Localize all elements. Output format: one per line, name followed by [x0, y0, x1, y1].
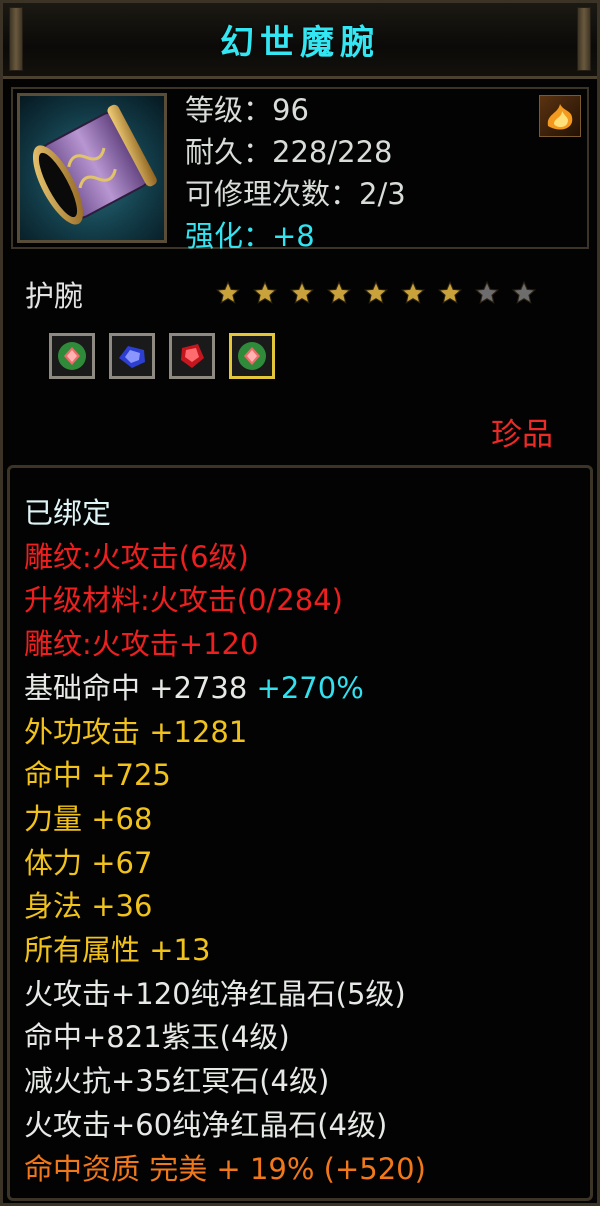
attribute-panel: 已绑定 雕纹:火攻击(6级) 升级材料:火攻击(0/284) 雕纹:火攻击+12… [7, 465, 593, 1201]
star-filled-icon [209, 278, 246, 308]
star-rating [209, 278, 542, 308]
repair-count-text: 可修理次数：2/3 [185, 177, 406, 211]
upgrade-material-line: 升级材料:火攻击(0/284) [24, 583, 343, 618]
star-filled-icon [320, 278, 357, 308]
strength-line: 力量 +68 [24, 801, 153, 836]
star-filled-icon [357, 278, 394, 308]
engrave-bonus-line: 雕纹:火攻击+120 [24, 627, 259, 662]
green-red-gem-icon[interactable] [49, 333, 95, 379]
star-empty-icon [505, 278, 542, 308]
item-title: 幻世魔腕 [220, 23, 380, 63]
star-filled-icon [246, 278, 283, 308]
green-red-gem-icon[interactable] [229, 333, 275, 379]
agility-line: 身法 +36 [24, 889, 153, 924]
gem-bonus-line: 减火抗+35红冥石(4级) [24, 1064, 330, 1099]
all-attributes-line: 所有属性 +13 [24, 933, 211, 968]
stamina-line: 体力 +67 [24, 845, 153, 880]
gem-sockets [49, 333, 275, 379]
item-tooltip: 幻世魔腕 等级：96 耐久：228/228 可修理次数：2/3 强化：+8 护腕… [0, 0, 600, 1206]
base-hit-line: 基础命中 +2738 +270% [24, 667, 426, 711]
bound-status: 已绑定 [24, 496, 112, 530]
star-filled-icon [431, 278, 468, 308]
flame-icon [539, 95, 581, 137]
gem-bonus-line: 火攻击+120纯净红晶石(5级) [24, 976, 406, 1011]
red-crystal-icon[interactable] [169, 333, 215, 379]
level-text: 等级：96 [185, 93, 309, 127]
item-stats: 等级：96 耐久：228/228 可修理次数：2/3 强化：+8 [185, 89, 406, 257]
external-attack-line: 外功攻击 +1281 [24, 714, 248, 749]
rarity-label: 珍品 [491, 417, 553, 453]
enhance-text: 强化：+8 [185, 219, 315, 253]
engrave-line: 雕纹:火攻击(6级) [24, 539, 249, 574]
aptitude-line: 命中资质 完美 + 19% (+520) [24, 1151, 426, 1186]
base-hit-value: 基础命中 +2738 [24, 670, 248, 705]
star-filled-icon [283, 278, 320, 308]
hit-line: 命中 +725 [24, 758, 171, 793]
title-bar: 幻世魔腕 [3, 3, 597, 79]
durability-text: 耐久：228/228 [185, 135, 393, 169]
item-type: 护腕 [25, 279, 84, 313]
base-hit-percent: +270% [247, 670, 364, 705]
gem-bonus-line: 命中+821紫玉(4级) [24, 1020, 290, 1055]
bracer-icon [17, 93, 167, 243]
blue-gem-icon[interactable] [109, 333, 155, 379]
title-ornament-right [577, 7, 591, 71]
star-filled-icon [394, 278, 431, 308]
gem-bonus-line: 火攻击+60纯净红晶石(4级) [24, 1107, 388, 1142]
star-empty-icon [468, 278, 505, 308]
item-header: 等级：96 耐久：228/228 可修理次数：2/3 强化：+8 [11, 87, 589, 253]
